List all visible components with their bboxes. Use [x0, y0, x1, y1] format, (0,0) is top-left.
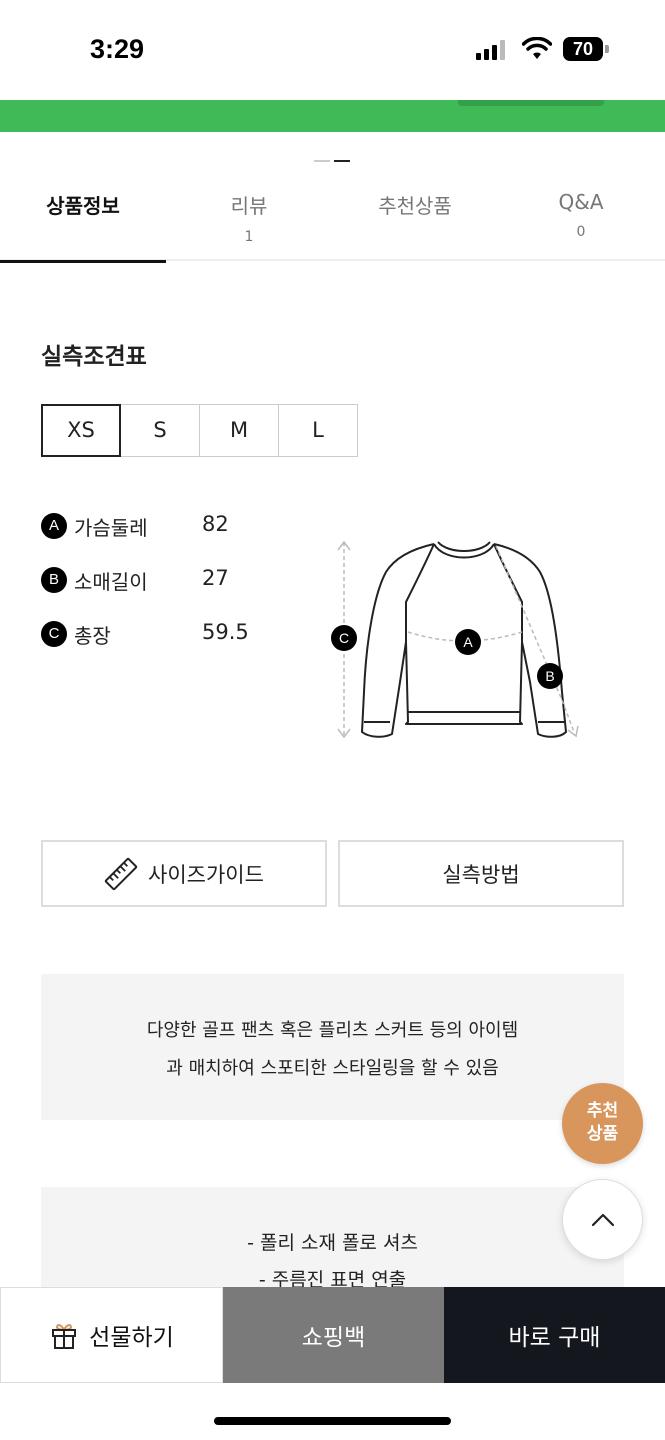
size-guide-label: 사이즈가이드 [148, 862, 264, 887]
tab-label: Q&A [558, 190, 604, 214]
chevron-up-icon [591, 1213, 615, 1227]
buy-now-label: 바로 구매 [508, 1325, 601, 1351]
battery-icon: 70 [563, 37, 609, 61]
tab-product-info[interactable]: 상품정보 [0, 178, 166, 263]
measurement-value: 82 [202, 512, 229, 536]
description-line: 다양한 골프 팬츠 혹은 플리츠 스커트 등의 아이템 [146, 1020, 519, 1041]
size-guide-button[interactable]: 사이즈가이드 [41, 840, 327, 907]
pager-dot [314, 160, 330, 162]
battery-level: 70 [563, 37, 603, 61]
tab-count: 1 [244, 229, 254, 245]
sweater-diagram: C A B [331, 540, 579, 739]
measurement-value: 59.5 [202, 620, 249, 644]
measurement-row: A 가슴둘레 82 [41, 510, 301, 564]
badge-c: C [41, 621, 67, 647]
product-tabs: 상품정보 리뷰 1 추천상품 Q&A 0 [0, 178, 665, 263]
banner-button-edge [458, 100, 604, 106]
diagram-badge-a: A [463, 634, 473, 650]
purchase-action-bar: 선물하기 쇼핑백 바로 구매 [0, 1287, 665, 1383]
buy-now-button[interactable]: 바로 구매 [444, 1287, 665, 1383]
measurement-row: C 총장 59.5 [41, 618, 301, 672]
size-selector: XS S M L [41, 404, 358, 457]
ruler-icon [104, 857, 138, 890]
feature-line: - 폴리 소재 폴로 셔츠 [247, 1232, 418, 1254]
size-tab-l[interactable]: L [278, 404, 358, 457]
measure-method-button[interactable]: 실측방법 [338, 840, 624, 907]
diagram-badge-b: B [545, 668, 554, 684]
measurement-name: 소매길이 [74, 570, 148, 594]
size-chart-title: 실측조견표 [41, 344, 147, 370]
tab-qna[interactable]: Q&A 0 [498, 178, 664, 261]
tab-label: 추천상품 [378, 194, 452, 218]
gift-icon [52, 1324, 77, 1349]
measure-method-label: 실측방법 [442, 862, 520, 887]
measurement-list: A 가슴둘레 82 B 소매길이 27 C 총장 59.5 [41, 510, 301, 672]
gift-label: 선물하기 [89, 1325, 174, 1351]
tab-label: 상품정보 [46, 194, 120, 218]
home-area [0, 1383, 665, 1440]
recommend-label-line1: 추천 [586, 1101, 619, 1121]
measurement-value: 27 [202, 566, 229, 590]
badge-a: A [41, 513, 67, 539]
tab-recommended[interactable]: 추천상품 [332, 178, 498, 261]
gift-button[interactable]: 선물하기 [0, 1287, 223, 1383]
size-tab-s[interactable]: S [120, 404, 200, 457]
recommend-label-line2: 상품 [586, 1124, 619, 1144]
product-description: 다양한 골프 팬츠 혹은 플리츠 스커트 등의 아이템 과 매치하여 스포티한 … [41, 974, 624, 1120]
measurement-row: B 소매길이 27 [41, 564, 301, 618]
product-features: - 폴리 소재 폴로 셔츠 - 주름진 표면 연출 [41, 1187, 624, 1297]
scroll-to-top-button[interactable] [562, 1179, 643, 1260]
signal-icon [476, 40, 505, 60]
tab-reviews[interactable]: 리뷰 1 [166, 178, 332, 261]
tab-label: 리뷰 [230, 194, 268, 218]
description-line: 과 매치하여 스포티한 스타일링을 할 수 있음 [166, 1058, 499, 1079]
shopping-bag-label: 쇼핑백 [301, 1325, 366, 1351]
pager-dot-active [334, 160, 350, 162]
measurement-name: 총장 [74, 624, 111, 648]
measurement-name: 가슴둘레 [74, 516, 148, 540]
size-tab-xs[interactable]: XS [41, 404, 121, 457]
home-indicator[interactable] [214, 1417, 451, 1425]
diagram-badge-c: C [339, 630, 349, 646]
wifi-icon [522, 37, 552, 59]
tab-count: 0 [576, 224, 586, 240]
shopping-bag-button[interactable]: 쇼핑백 [223, 1287, 444, 1383]
size-tab-m[interactable]: M [199, 404, 279, 457]
recommended-products-button[interactable]: 추천 상품 [562, 1083, 643, 1164]
status-time: 3:29 [90, 34, 145, 64]
badge-b: B [41, 567, 67, 593]
status-bar: 3:29 70 [0, 0, 665, 100]
